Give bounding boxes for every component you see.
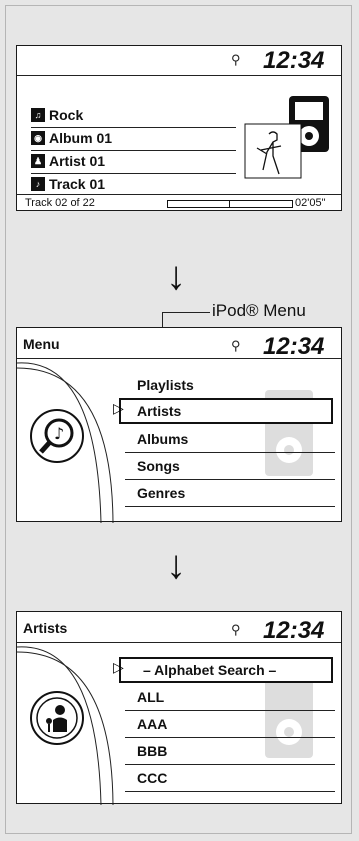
row-divider: [125, 764, 335, 765]
row-divider: [125, 710, 335, 711]
menu-item-albums[interactable]: Albums: [137, 431, 188, 447]
track-count: Track 02 of 22: [25, 197, 95, 209]
artist-item-aaa[interactable]: AAA: [137, 716, 167, 732]
alphabet-search-item[interactable]: – Alphabet Search –: [143, 662, 276, 678]
row-divider: [125, 506, 335, 507]
clock-display: 12:34: [263, 333, 325, 360]
artist-item-all[interactable]: ALL: [137, 689, 164, 705]
selection-caret-icon: ▷: [113, 400, 124, 416]
screen-title: Menu: [23, 336, 60, 352]
ipod-menu-callout: iPod® Menu: [212, 301, 306, 320]
screen-title: Artists: [23, 620, 68, 636]
menu-item-playlists[interactable]: Playlists: [137, 377, 194, 393]
footer-divider: [17, 194, 341, 195]
menu-item-songs[interactable]: Songs: [137, 458, 180, 474]
artist-icon: ♟: [31, 154, 45, 168]
album-art: [244, 96, 329, 179]
menu-item-genres[interactable]: Genres: [137, 485, 185, 501]
now-playing-genre: ♫ Rock: [31, 104, 83, 126]
artist-item-ccc[interactable]: CCC: [137, 770, 167, 786]
menu-screen: Menu ⚲ 12:34 ♪ ▷ Playlists Artists Album…: [16, 327, 342, 523]
selection-caret-icon: ▷: [113, 659, 124, 675]
ipod-watermark: [265, 674, 313, 758]
music-search-icon: ♪: [30, 409, 84, 463]
artist-person-icon: [30, 691, 84, 745]
menu-item-artists[interactable]: Artists: [137, 403, 181, 419]
elapsed-time: 02'05": [295, 197, 326, 209]
header-divider: [17, 75, 341, 76]
row-divider: [125, 452, 335, 453]
album-disc-icon: ◉: [31, 131, 45, 145]
row-divider: [125, 737, 335, 738]
row-divider: [125, 479, 335, 480]
svg-text:♪: ♪: [54, 424, 64, 443]
now-playing-artist: ♟ Artist 01: [31, 150, 105, 172]
progress-marker: [229, 200, 230, 208]
now-playing-track: ♪ Track 01: [31, 173, 105, 195]
track-label: Track 01: [49, 176, 106, 192]
album-label: Album 01: [49, 130, 113, 146]
genre-label: Rock: [49, 107, 84, 123]
genre-guitar-icon: ♫: [31, 108, 45, 122]
down-arrow-icon: ↓: [166, 543, 186, 587]
usb-icon: ⚲: [231, 338, 241, 353]
usb-icon: ⚲: [231, 622, 241, 637]
row-divider: [125, 791, 335, 792]
callout-leader: [162, 312, 210, 313]
now-playing-screen: ⚲ 12:34 ♫ Rock ◉ Album 01 ♟ Artist 01 ♪ …: [16, 45, 342, 211]
clock-display: 12:34: [263, 47, 325, 74]
progress-bar: [167, 200, 293, 208]
artist-item-bbb[interactable]: BBB: [137, 743, 167, 759]
now-playing-album: ◉ Album 01: [31, 127, 112, 149]
down-arrow-icon: ↓: [166, 254, 186, 298]
clock-display: 12:34: [263, 617, 325, 644]
track-note-icon: ♪: [31, 177, 45, 191]
artist-label: Artist 01: [49, 153, 106, 169]
artists-screen: Artists ⚲ 12:34 ▷ – Alphabet Search – AL…: [16, 611, 342, 805]
usb-icon: ⚲: [231, 52, 241, 67]
